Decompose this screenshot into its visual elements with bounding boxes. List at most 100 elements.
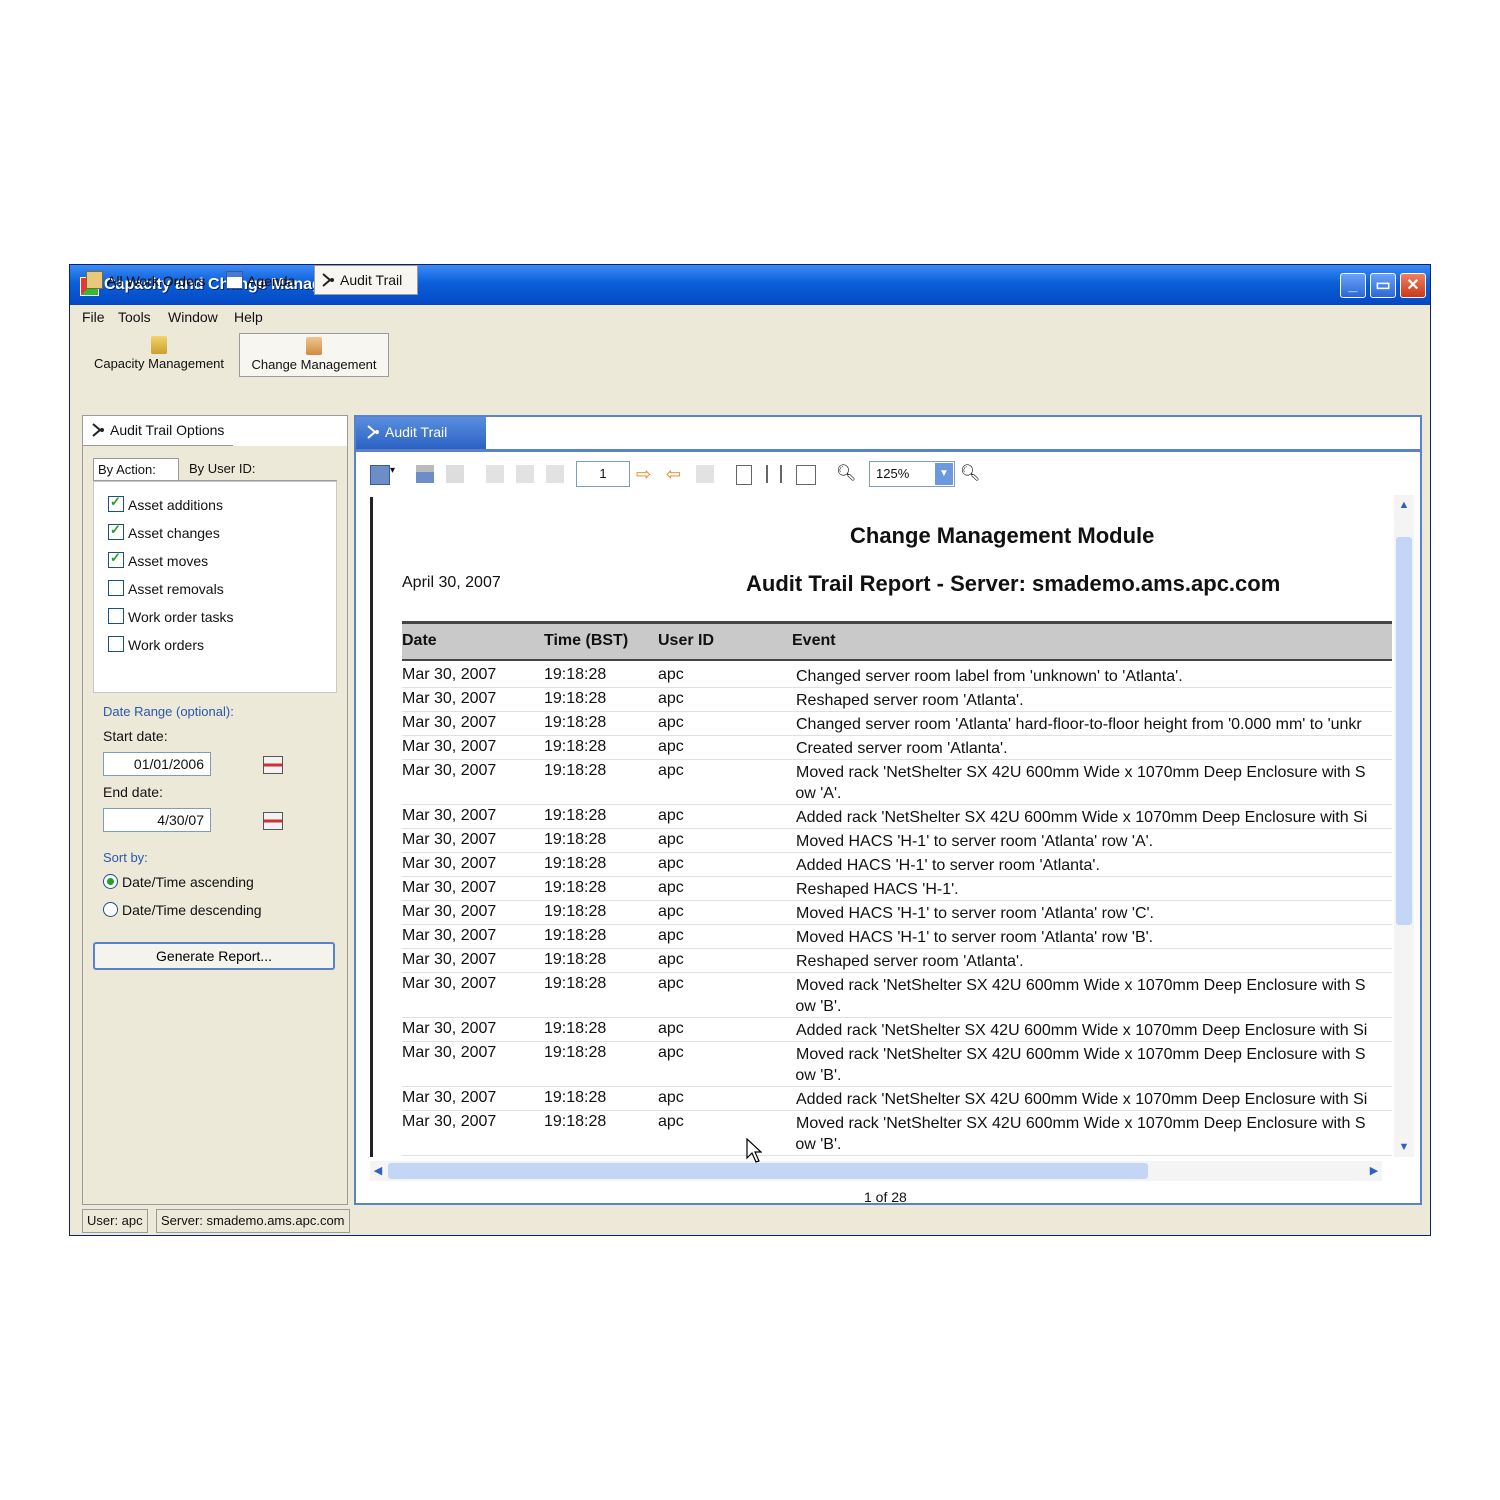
forward-icon[interactable]: [696, 465, 714, 483]
fit-width-icon[interactable]: [766, 465, 782, 483]
cell-user-id: apc: [658, 855, 684, 872]
radio-date-descending[interactable]: Date/Time descending: [103, 902, 262, 918]
previous-page-icon[interactable]: [516, 465, 534, 483]
cell-time: 19:18:28: [544, 831, 607, 848]
tab-audit-trail-report[interactable]: Audit Trail: [356, 417, 486, 449]
checkbox[interactable]: [108, 636, 124, 652]
cell-time: 19:18:28: [544, 762, 607, 779]
checkbox-asset-changes[interactable]: Asset changes: [108, 522, 220, 546]
single-page-icon[interactable]: [736, 465, 752, 485]
table-row: Mar 30, 2007 19:18:28 apc Moved rack 'NetSh…: [402, 1042, 1392, 1087]
perspective-change-management[interactable]: Change Management: [239, 333, 389, 377]
cell-user-id: apc: [658, 1044, 684, 1061]
checkbox-label: Work order tasks: [128, 609, 234, 625]
checkbox-work-orders[interactable]: Work orders: [108, 636, 204, 658]
calendar-icon: [226, 271, 243, 289]
tab-by-user-id[interactable]: By User ID:: [185, 458, 275, 480]
radio-date-ascending[interactable]: Date/Time ascending: [103, 874, 254, 890]
event-text: Changed server room label from 'unknown'…: [796, 668, 1183, 685]
menu-window[interactable]: Window: [168, 309, 218, 325]
menu-help[interactable]: Help: [234, 309, 263, 325]
cell-user-id: apc: [658, 1020, 684, 1037]
save-icon[interactable]: [370, 465, 390, 485]
event-text-continued: row 'A'.: [796, 785, 842, 802]
start-date-field[interactable]: 01/01/2006: [103, 752, 211, 776]
checkbox-asset-additions[interactable]: Asset additions: [108, 494, 223, 518]
zoom-select[interactable]: 125% ▼: [869, 461, 955, 487]
cell-event: Added rack 'NetShelter SX 42U 600mm Wide…: [796, 1087, 1392, 1110]
print-icon[interactable]: [416, 465, 434, 483]
checkbox-label: Asset changes: [128, 525, 220, 541]
minimize-button[interactable]: _: [1340, 273, 1366, 298]
zoom-in-icon[interactable]: 🔍︎: [960, 465, 980, 483]
tab-label: Agenda: [247, 273, 296, 289]
first-page-icon[interactable]: [486, 465, 504, 483]
cell-time: 19:18:28: [544, 879, 607, 896]
menu-tools[interactable]: Tools: [118, 309, 151, 325]
table-row: Mar 30, 2007 19:18:28 apc Moved HACS 'H-1' …: [402, 925, 1392, 949]
calendar-icon[interactable]: [263, 756, 283, 774]
next-page-icon[interactable]: ⇨: [636, 465, 654, 483]
radio-button[interactable]: [103, 874, 118, 889]
tab-audit-trail[interactable]: Audit Trail: [314, 265, 418, 295]
export-icon[interactable]: [446, 465, 464, 483]
horizontal-scrollbar[interactable]: ◀ ▶: [370, 1161, 1382, 1181]
chevron-down-icon[interactable]: ▾: [390, 465, 398, 483]
scrollbar-thumb[interactable]: [1396, 537, 1412, 925]
menu-file[interactable]: File: [82, 309, 105, 325]
perspective-label: Change Management: [251, 357, 377, 372]
checkbox-asset-moves[interactable]: Asset moves: [108, 550, 208, 574]
checkbox[interactable]: [108, 550, 124, 568]
cell-user-id: apc: [658, 1089, 684, 1106]
cell-date: Mar 30, 2007: [402, 855, 497, 872]
scroll-up-icon[interactable]: ▲: [1396, 497, 1412, 513]
generate-report-button[interactable]: Generate Report...: [93, 942, 335, 970]
calendar-icon[interactable]: [263, 812, 283, 830]
audit-trail-icon: [366, 424, 381, 440]
tab-all-work-orders[interactable]: All Work Orders: [86, 265, 214, 295]
table-row: Mar 30, 2007 19:18:28 apc Created server ro…: [402, 736, 1392, 760]
last-page-icon[interactable]: ⇦: [666, 465, 684, 483]
checkbox[interactable]: [108, 608, 124, 624]
checkbox-asset-removals[interactable]: Asset removals: [108, 580, 224, 602]
table-row: Mar 30, 2007 19:18:28 apc Moved rack 'NetSh…: [402, 1111, 1392, 1156]
chevron-down-icon[interactable]: ▼: [935, 463, 953, 485]
checkbox[interactable]: [108, 494, 124, 512]
radio-label: Date/Time ascending: [122, 874, 254, 890]
maximize-button[interactable]: ▭: [1370, 273, 1396, 298]
cell-date: Mar 30, 2007: [402, 1113, 497, 1130]
checkbox[interactable]: [108, 580, 124, 596]
scroll-right-icon[interactable]: ▶: [1366, 1163, 1382, 1179]
perspective-capacity-management[interactable]: Capacity Management: [84, 333, 234, 377]
app-window: Capacity and Change Manager _ ▭ ✕ File T…: [69, 264, 1431, 1236]
fit-page-icon[interactable]: [796, 465, 816, 485]
event-text: Reshaped server room 'Atlanta'.: [796, 692, 1024, 709]
checkbox[interactable]: [108, 522, 124, 540]
cell-event: Moved HACS 'H-1' to server room 'Atlanta…: [796, 829, 1392, 852]
end-date-field[interactable]: 4/30/07: [103, 808, 211, 832]
action-checkbox-group: Asset additions Asset changes Asset move…: [93, 481, 337, 693]
close-button[interactable]: ✕: [1400, 273, 1426, 298]
checkbox-work-order-tasks[interactable]: Work order tasks: [108, 608, 234, 630]
report-table-header: Date Time (BST) User ID Event: [402, 621, 1392, 661]
tab-by-action[interactable]: By Action:: [93, 458, 179, 480]
tab-audit-trail-options[interactable]: Audit Trail Options: [83, 416, 233, 446]
radio-button[interactable]: [103, 902, 118, 917]
vertical-scrollbar[interactable]: ▲ ▼: [1394, 495, 1414, 1157]
scroll-left-icon[interactable]: ◀: [370, 1163, 386, 1179]
cell-date: Mar 30, 2007: [402, 666, 497, 683]
cell-event: Reshaped server room 'Atlanta'.: [796, 949, 1392, 972]
scroll-down-icon[interactable]: ▼: [1396, 1139, 1412, 1155]
zoom-out-icon[interactable]: 🔍︎: [836, 465, 856, 483]
page-number-input[interactable]: 1: [576, 461, 630, 487]
back-icon[interactable]: [546, 465, 564, 483]
cell-user-id: apc: [658, 951, 684, 968]
tab-label: Audit Trail Options: [110, 422, 225, 438]
tab-agenda[interactable]: Agenda: [226, 265, 306, 295]
perspective-label: Capacity Management: [93, 356, 225, 371]
cell-date: Mar 30, 2007: [402, 1020, 497, 1037]
scrollbar-thumb[interactable]: [388, 1163, 1148, 1179]
report-title: Change Management Module: [850, 523, 1155, 548]
event-text: Moved rack 'NetShelter SX 42U 600mm Wide…: [796, 1046, 1366, 1063]
event-text: Moved HACS 'H-1' to server room 'Atlanta…: [796, 905, 1154, 922]
